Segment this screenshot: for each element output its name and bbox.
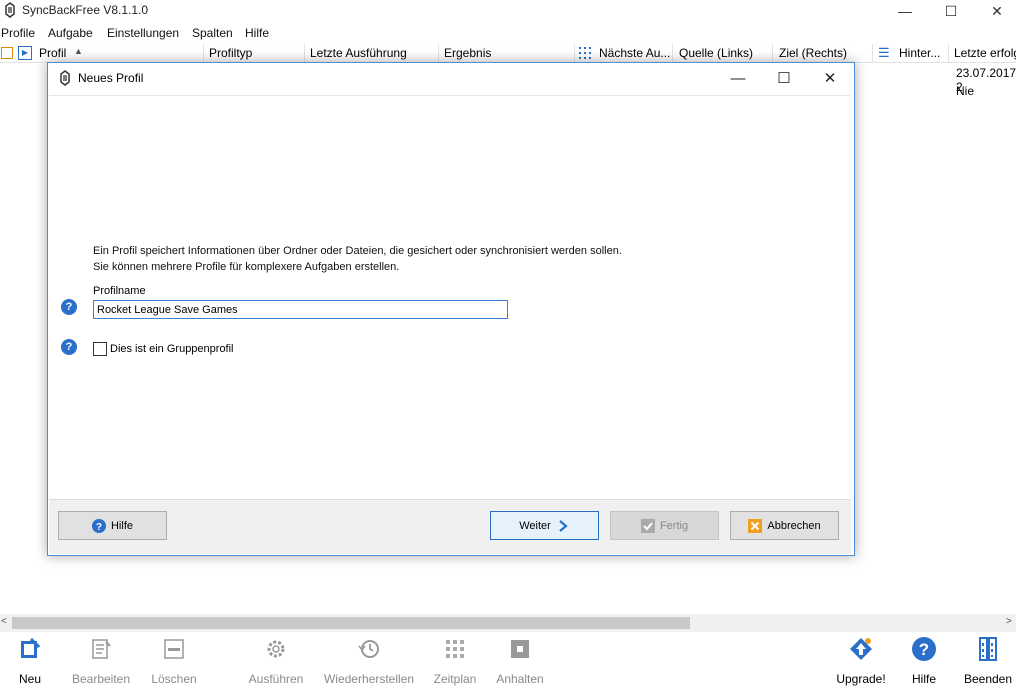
cancel-x-icon	[748, 518, 763, 533]
upgrade-icon	[850, 638, 872, 660]
dialog-minimize-button[interactable]: —	[715, 63, 761, 93]
run-indicator-icon: ▶	[18, 46, 32, 60]
menu-columns[interactable]: Spalten	[192, 26, 233, 40]
help-icon: ?	[91, 518, 106, 533]
col-source[interactable]: Quelle (Links)	[679, 46, 753, 60]
menu-task[interactable]: Aufgabe	[48, 26, 93, 40]
col-last-success[interactable]: Letzte erfolg	[954, 46, 1016, 60]
new-button[interactable]: Neu	[12, 636, 48, 686]
dialog-maximize-button[interactable]: ☐	[761, 63, 807, 93]
restore-button[interactable]: Wiederherstellen	[322, 636, 416, 686]
description-line-2: Sie können mehrere Profile für komplexer…	[93, 261, 400, 273]
col-last-run[interactable]: Letzte Ausführung	[310, 46, 407, 60]
svg-text:?: ?	[919, 640, 929, 659]
dialog-footer: ? Hilfe Weiter Fertig Abbrechen	[49, 499, 851, 554]
profile-name-input[interactable]	[93, 300, 508, 319]
window-title: SyncBackFree V8.1.1.0	[22, 3, 149, 17]
restore-icon	[358, 640, 379, 658]
col-target[interactable]: Ziel (Rechts)	[779, 46, 847, 60]
delete-button[interactable]: Löschen	[150, 636, 198, 686]
scroll-left-icon[interactable]: <	[1, 616, 7, 627]
dialog-titlebar[interactable]: Neues Profil — ☐ ✕	[48, 63, 854, 93]
checkmark-icon	[640, 518, 655, 533]
row-last-success-2: Nie	[956, 84, 975, 98]
menu-help[interactable]: Hilfe	[245, 26, 269, 40]
group-profile-checkbox[interactable]	[93, 342, 107, 356]
schedule-grid-icon	[446, 640, 464, 658]
upgrade-button[interactable]: Upgrade!	[834, 636, 888, 686]
bottom-toolbar: Neu Bearbeiten Löschen Ausführen Wiederh…	[0, 632, 1016, 686]
main-titlebar: SyncBackFree V8.1.1.0 — ☐ ✕	[0, 0, 1016, 22]
col-profile[interactable]: Profil	[39, 46, 66, 60]
horizontal-scrollbar[interactable]: < >	[0, 614, 1016, 632]
menu-settings[interactable]: Einstellungen	[107, 26, 179, 40]
cancel-button[interactable]: Abbrechen	[730, 511, 839, 540]
syncback-logo-icon	[60, 70, 70, 86]
svg-text:?: ?	[96, 522, 102, 533]
minimize-button[interactable]: —	[882, 0, 928, 22]
exit-icon	[979, 637, 997, 661]
stop-icon	[511, 640, 529, 658]
menu-profile[interactable]: Profile	[1, 26, 35, 40]
group-profile-help-icon[interactable]: ?	[61, 339, 77, 355]
new-profile-icon	[21, 637, 41, 658]
next-button[interactable]: Weiter	[490, 511, 599, 540]
chevron-right-icon	[559, 519, 568, 532]
edit-icon	[92, 639, 111, 659]
new-profile-dialog: Neues Profil — ☐ ✕ Ein Profil speichert …	[47, 62, 855, 556]
help-toolbar-button[interactable]: ? Hilfe	[904, 636, 944, 686]
sort-asc-icon: ▲	[74, 46, 83, 56]
dialog-title: Neues Profil	[78, 71, 144, 85]
maximize-button[interactable]: ☐	[928, 0, 974, 22]
delete-icon	[164, 639, 184, 659]
run-gear-icon	[267, 640, 285, 658]
stop-button[interactable]: Anhalten	[494, 636, 546, 686]
menu-bar: Profile Aufgabe Einstellungen Spalten Hi…	[0, 24, 1016, 42]
col-result[interactable]: Ergebnis	[444, 46, 491, 60]
background-icon: ☰	[878, 45, 890, 60]
group-profile-label[interactable]: Dies ist ein Gruppenprofil	[110, 343, 234, 355]
description-line-1: Ein Profil speichert Informationen über …	[93, 245, 622, 257]
scroll-right-icon[interactable]: >	[1006, 616, 1012, 627]
exit-button[interactable]: Beenden	[962, 636, 1014, 686]
finish-button[interactable]: Fertig	[610, 511, 719, 540]
grid-dots-icon	[578, 46, 592, 60]
help-icon: ?	[912, 637, 936, 661]
col-next-run[interactable]: Nächste Au...	[599, 46, 670, 60]
profile-name-label: Profilname	[93, 285, 146, 297]
schedule-button[interactable]: Zeitplan	[430, 636, 480, 686]
run-button[interactable]: Ausführen	[245, 636, 307, 686]
status-box-icon	[1, 47, 13, 59]
help-button[interactable]: ? Hilfe	[58, 511, 167, 540]
profile-name-help-icon[interactable]: ?	[61, 299, 77, 315]
close-button[interactable]: ✕	[974, 0, 1016, 22]
col-background[interactable]: Hinter...	[899, 46, 940, 60]
dialog-close-button[interactable]: ✕	[807, 63, 853, 93]
profile-grid-header: ▶ Profil ▲ Profiltyp Letzte Ausführung E…	[0, 44, 1016, 63]
edit-button[interactable]: Bearbeiten	[70, 636, 132, 686]
col-profiletype[interactable]: Profiltyp	[209, 46, 252, 60]
dialog-body: Ein Profil speichert Informationen über …	[49, 95, 850, 500]
scroll-thumb[interactable]	[12, 617, 690, 629]
syncback-logo-icon	[5, 2, 15, 18]
